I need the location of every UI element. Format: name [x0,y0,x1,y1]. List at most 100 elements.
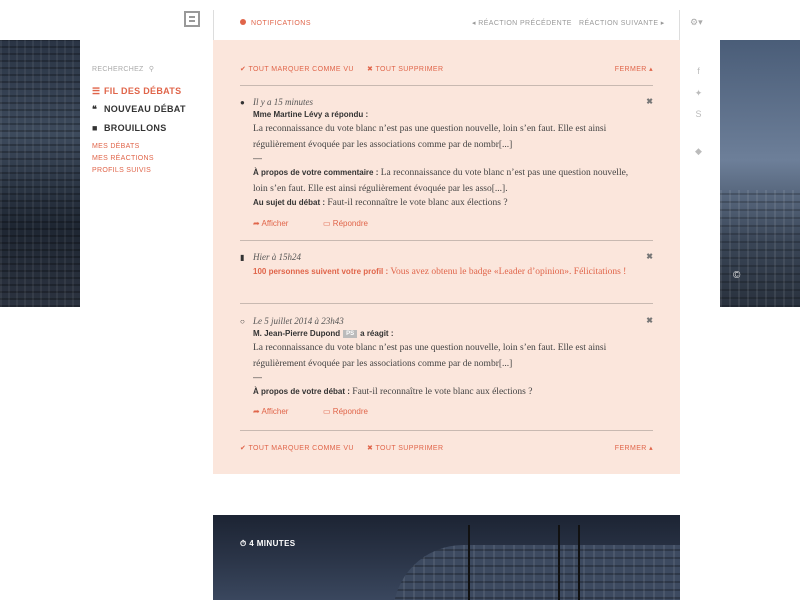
sidebar-item-nouveau-debat[interactable]: ❝ NOUVEAU DÉBAT [92,104,186,115]
bookmark-icon: ▮ [240,253,245,262]
facebook-icon[interactable]: f [693,66,704,76]
search-icon[interactable]: ⚲ [149,66,154,73]
notification-time: Il y a 15 minutes [253,97,313,107]
logo-icon[interactable] [184,11,200,27]
flag-pole [578,525,580,600]
divider [679,10,680,40]
divider [240,430,653,431]
mark-all-label: TOUT MARQUER COMME VU [248,445,354,452]
sidebar-subitem-mes-reactions[interactable]: MES RÉACTIONS [92,155,154,162]
sidebar-item-label: FIL DES DÉBATS [104,86,182,96]
copyright-mark: © [733,270,741,281]
notification-text: La reconnaissance du vote blanc n’est pa… [253,124,607,150]
separator-dash: — [253,153,262,163]
comment-icon: ▭ [323,407,331,416]
reply-button[interactable]: ▭ Répondre [323,407,368,416]
notifications-tab[interactable]: NOTIFICATIONS [240,19,311,27]
read-circle-icon: ○ [240,317,245,326]
notification-item: ● ✖ Il y a 15 minutes Mme Martine Lévy a… [240,97,653,237]
divider [240,240,653,241]
author-suffix: a réagit : [360,329,394,338]
delete-all-label: TOUT SUPPRIMER [375,445,444,452]
party-badge: PS [343,330,358,338]
show-button[interactable]: ➦ Afficher [253,219,288,228]
about-debate-text: Faut-il reconnaître le vote blanc aux él… [352,387,533,397]
notification-dot-icon [240,19,246,25]
notification-time: Le 5 juillet 2014 à 23h43 [253,316,344,326]
sidebar-item-label: NOUVEAU DÉBAT [104,104,186,114]
sidebar-subitem-profils-suivis[interactable]: PROFILS SUIVIS [92,167,151,174]
share-arrow-icon: ➦ [253,219,260,228]
close-label: FERMER [614,66,647,73]
about-comment-label: À propos de votre commentaire : [253,168,379,177]
show-label: Afficher [261,407,289,416]
quote-icon: ❝ [92,104,98,114]
notification-text: La reconnaissance du vote blanc n’est pa… [253,343,607,369]
sidebar: RECHERCHEZ ⚲ ☰ FIL DES DÉBATS ❝ NOUVEAU DÉ… [80,40,213,307]
divider [240,85,653,86]
comment-icon: ▭ [323,219,331,228]
close-icon[interactable]: ✖ [646,252,653,261]
delete-all-label: TOUT SUPPRIMER [375,66,444,73]
show-button[interactable]: ➦ Afficher [253,407,288,416]
notification-time: Hier à 15h24 [253,252,301,262]
debate-subject-text: Faut-il reconnaître le vote blanc aux él… [327,198,508,208]
close-panel-button[interactable]: FERMER ▴ [615,65,653,73]
previous-reaction-link[interactable]: ◂ RÉACTION PRÉCÉDENTE [472,19,572,27]
debate-card[interactable]: ⏱ 4 MINUTES [213,515,680,600]
author-name: M. Jean-Pierre Dupond [253,329,341,338]
about-debate: À propos de votre débat : Faut-il reconn… [253,384,643,400]
sidebar-item-fil-des-debats[interactable]: ☰ FIL DES DÉBATS [92,86,181,97]
reply-label: Répondre [332,407,368,416]
mark-all-label: TOUT MARQUER COMME VU [248,66,354,73]
close-icon[interactable]: ✖ [646,316,653,325]
notification-item: ○ ✖ Le 5 juillet 2014 à 23h43 M. Jean-Pi… [240,316,653,426]
debate-subject: Au sujet du débat : Faut-il reconnaître … [253,195,643,211]
next-reaction-link[interactable]: RÉACTION SUIVANTE ▸ [579,19,665,27]
next-reaction-label: RÉACTION SUIVANTE [579,20,659,27]
debate-subject-label: Au sujet du débat : [253,198,325,207]
reply-button[interactable]: ▭ Répondre [323,219,368,228]
background-photo-left [0,40,80,307]
mark-all-seen-button[interactable]: ✔ TOUT MARQUER COMME VU [240,444,354,452]
notifications-label: NOTIFICATIONS [251,20,312,27]
list-icon: ☰ [92,86,101,96]
about-debate-label: À propos de votre débat : [253,387,350,396]
delete-all-button[interactable]: ✖ TOUT SUPPRIMER [367,444,443,452]
previous-reaction-label: RÉACTION PRÉCÉDENTE [478,20,572,27]
show-label: Afficher [261,219,289,228]
flag-pole [558,525,560,600]
share-arrow-icon: ➦ [253,407,260,416]
close-icon[interactable]: ✖ [646,97,653,106]
stopwatch-icon: ⏱ [240,539,247,548]
sidebar-subitem-mes-debats[interactable]: MES DÉBATS [92,143,140,150]
search-label: RECHERCHEZ [92,66,144,73]
reading-duration: ⏱ 4 MINUTES [240,539,296,549]
book-icon: ■ [92,123,98,133]
mark-all-seen-button[interactable]: ✔ TOUT MARQUER COMME VU [240,65,354,73]
about-comment: À propos de votre commentaire : La recon… [253,165,643,197]
unread-dot-icon: ● [240,98,245,107]
sidebar-item-brouillons[interactable]: ■ BROUILLONS [92,123,167,133]
notifications-panel: ✔ TOUT MARQUER COMME VU ✖ TOUT SUPPRIMER… [213,40,680,474]
delete-all-button[interactable]: ✖ TOUT SUPPRIMER [367,65,443,73]
close-label: FERMER [614,445,647,452]
separator-dash: — [253,372,262,382]
gear-icon[interactable]: ⚙▾ [690,17,703,28]
flag-pole [468,525,470,600]
notification-author: Mme Martine Lévy a répondu : [253,110,369,119]
diamond-icon[interactable]: ◆ [693,146,704,157]
notification-author: M. Jean-Pierre Dupond PS a réagit : [253,329,393,338]
notification-text: 100 personnes suivent votre profil : Vou… [253,264,643,280]
close-panel-button[interactable]: FERMER ▴ [615,444,653,452]
sidebar-item-label: BROUILLONS [104,123,167,133]
triangle-right-icon: ▸ [658,20,665,27]
twitter-icon[interactable]: ✦ [693,88,704,99]
notification-message: Vous avez obtenu le badge «Leader d’opin… [390,267,627,277]
card-photo [393,545,680,600]
divider [213,10,214,40]
skype-icon[interactable]: S [693,109,704,119]
divider [240,303,653,304]
search-field[interactable]: RECHERCHEZ ⚲ [92,65,154,73]
duration-label: 4 MINUTES [249,539,296,548]
